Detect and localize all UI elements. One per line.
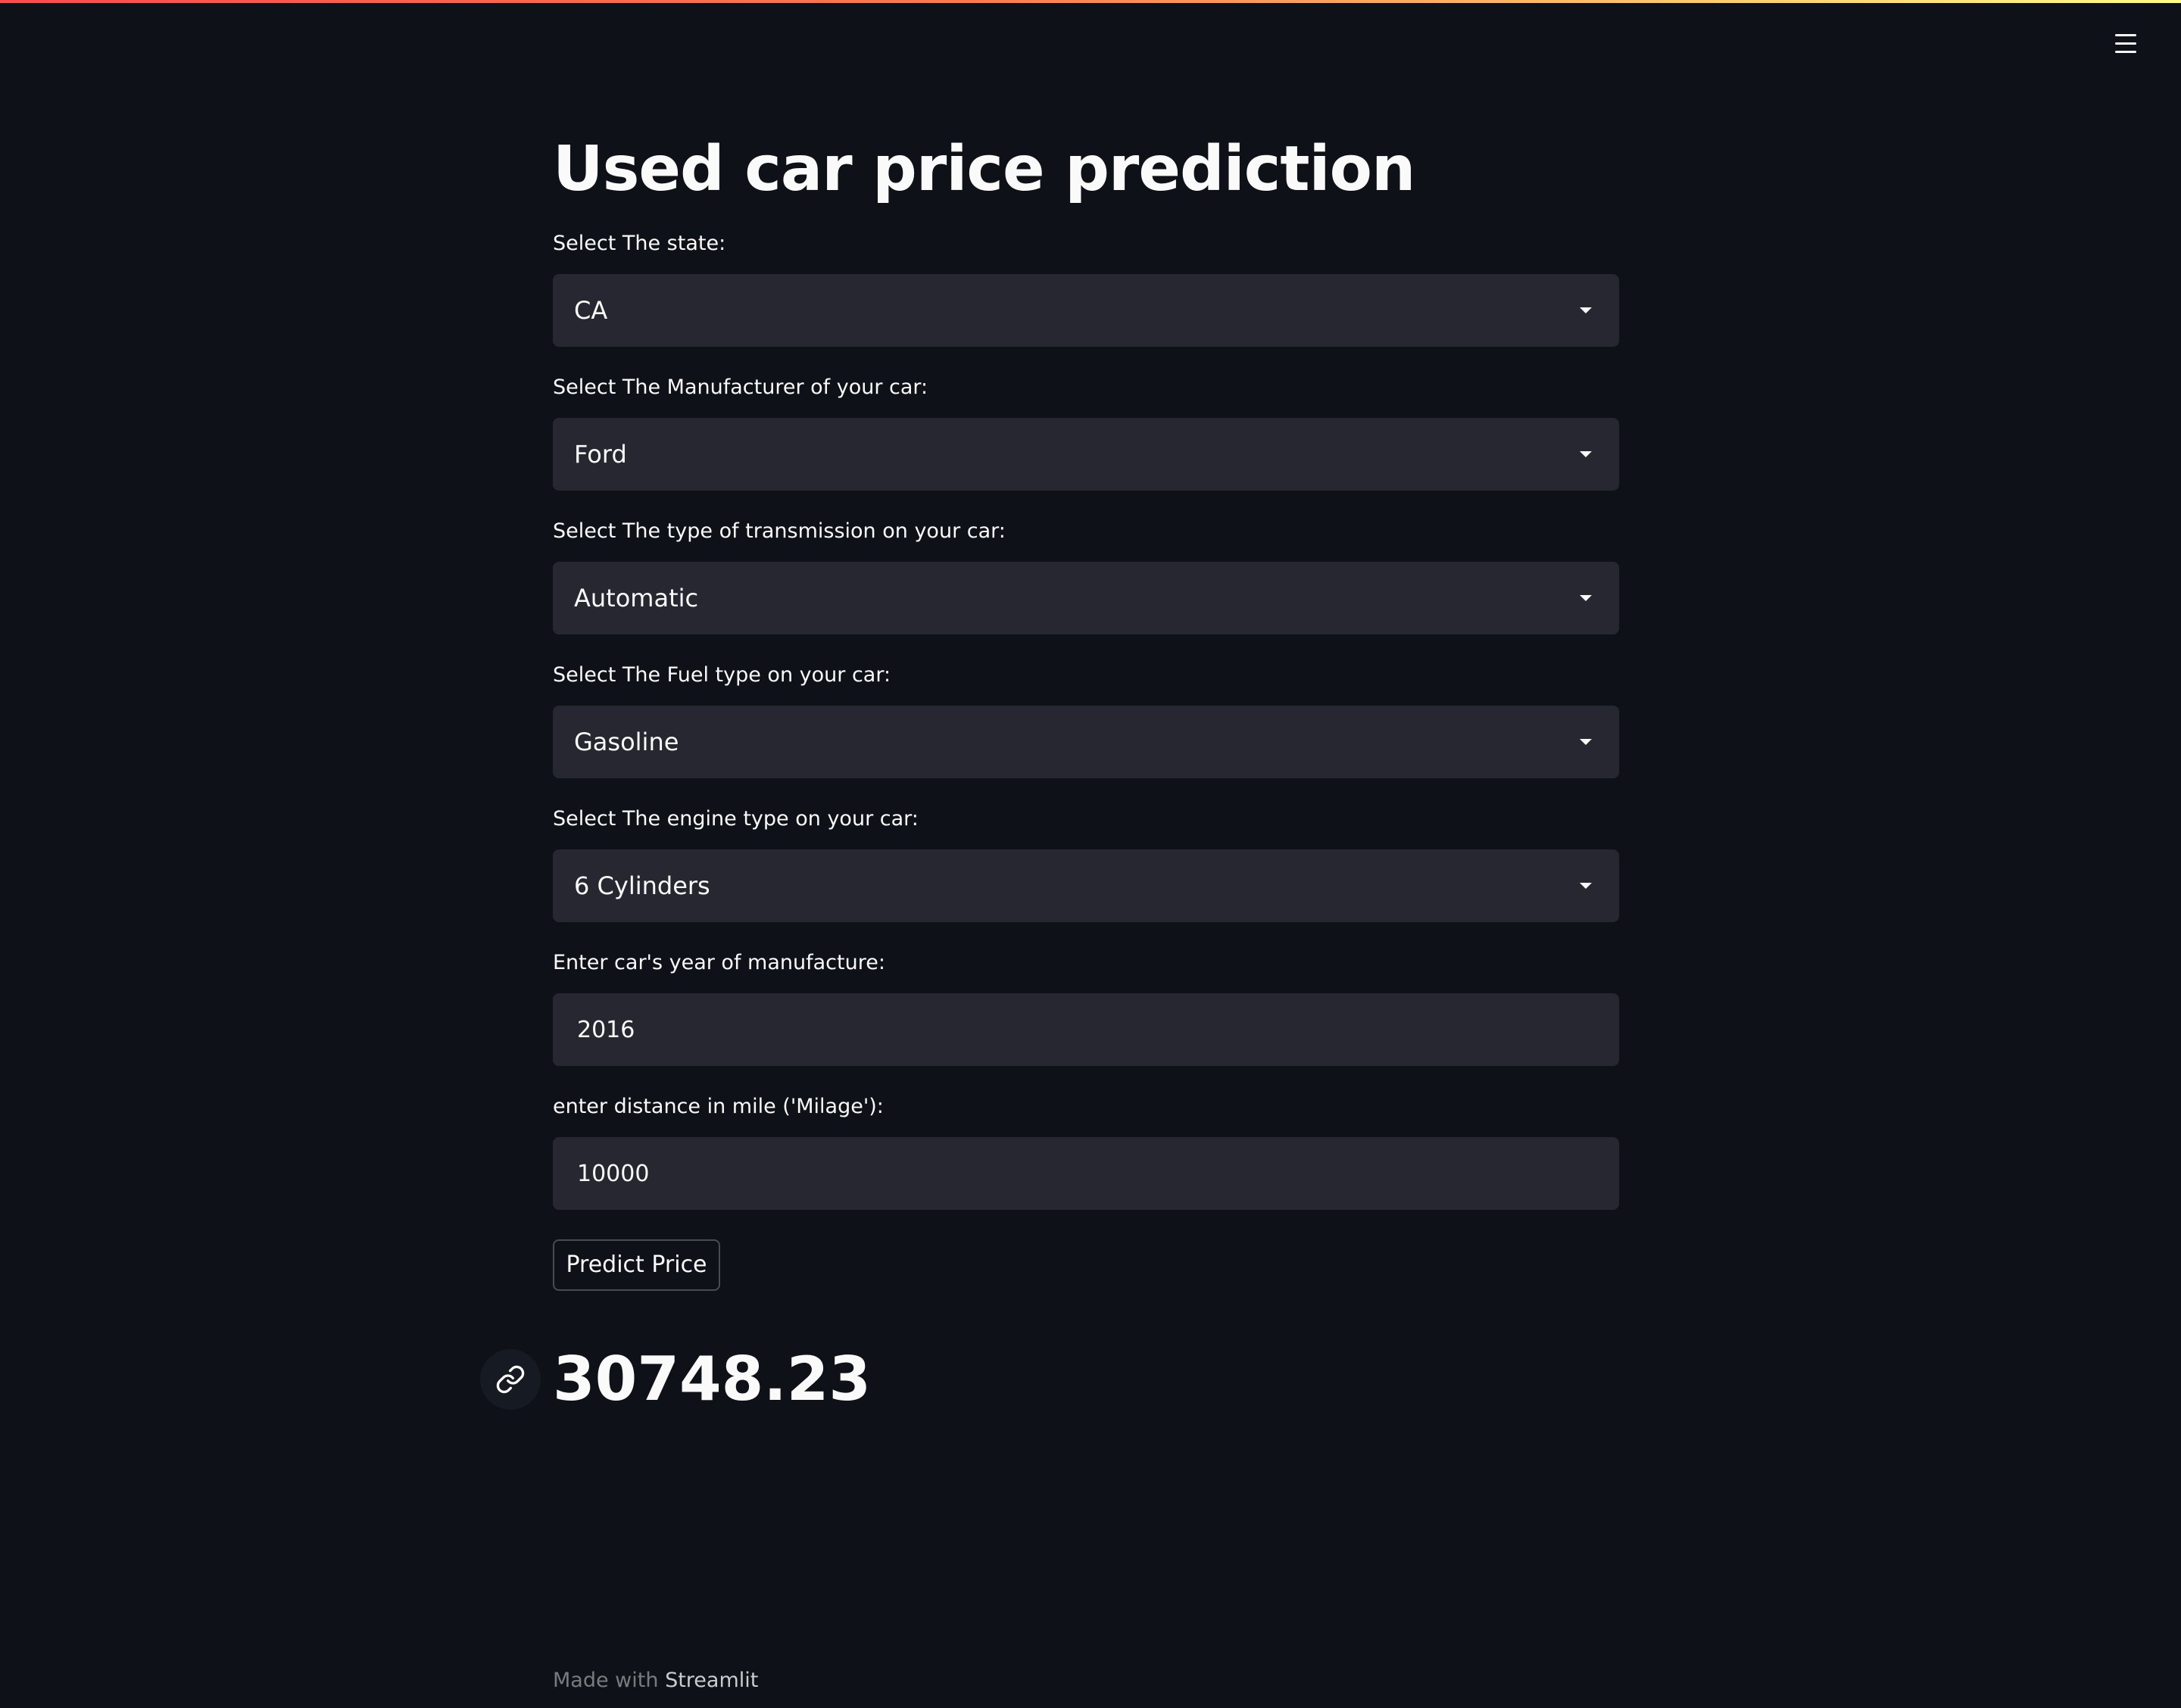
engine-label: Select The engine type on your car:	[553, 807, 919, 831]
mileage-input[interactable]	[553, 1137, 1619, 1210]
mileage-label: enter distance in mile ('Milage'):	[553, 1095, 884, 1118]
year-label: Enter car's year of manufacture:	[553, 951, 885, 974]
manufacturer-label: Select The Manufacturer of your car:	[553, 376, 928, 399]
chevron-down-icon	[1580, 307, 1592, 313]
chevron-down-icon	[1580, 883, 1592, 889]
fuel-label: Select The Fuel type on your car:	[553, 663, 891, 687]
streamlit-link[interactable]: Streamlit	[665, 1669, 758, 1692]
state-select[interactable]: CA	[553, 274, 1619, 347]
manufacturer-select[interactable]: Ford	[553, 418, 1619, 491]
engine-select[interactable]: 6 Cylinders	[553, 849, 1619, 922]
footer-prefix: Made with	[553, 1669, 659, 1692]
transmission-select[interactable]: Automatic	[553, 562, 1619, 634]
state-select-value: CA	[574, 296, 608, 325]
link-icon[interactable]	[480, 1349, 541, 1410]
footer: Made with Streamlit	[553, 1667, 758, 1694]
year-input[interactable]	[553, 993, 1619, 1066]
hamburger-menu-icon[interactable]	[2109, 27, 2142, 61]
page-title: Used car price prediction	[553, 133, 1415, 205]
engine-select-value: 6 Cylinders	[574, 871, 710, 900]
predict-price-button[interactable]: Predict Price	[553, 1239, 720, 1291]
chevron-down-icon	[1580, 595, 1592, 601]
header-decoration-bar	[0, 0, 2181, 3]
predicted-price: 30748.23	[553, 1344, 872, 1414]
chevron-down-icon	[1580, 739, 1592, 745]
fuel-select[interactable]: Gasoline	[553, 706, 1619, 778]
chevron-down-icon	[1580, 451, 1592, 457]
transmission-select-value: Automatic	[574, 584, 699, 612]
state-label: Select The state:	[553, 232, 726, 255]
fuel-select-value: Gasoline	[574, 728, 679, 756]
manufacturer-select-value: Ford	[574, 440, 627, 469]
transmission-label: Select The type of transmission on your …	[553, 519, 1006, 543]
